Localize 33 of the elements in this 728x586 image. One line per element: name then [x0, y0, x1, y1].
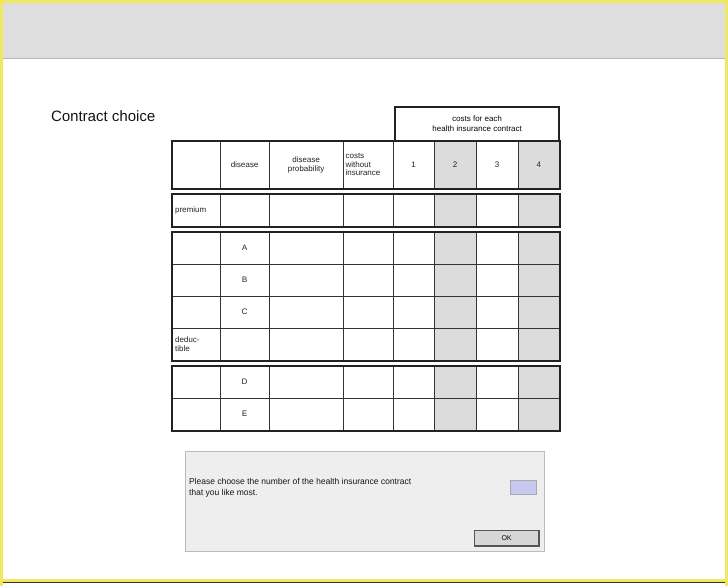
page-title: Contract choice — [51, 108, 156, 125]
disease-label: A — [220, 232, 269, 264]
column-group-header: costs for each health insurance contract — [394, 106, 560, 140]
table-cell — [172, 366, 220, 398]
table-cell — [172, 141, 220, 189]
row-label: premium — [172, 194, 220, 227]
table-cell — [343, 366, 393, 398]
column-header: costs without insurance — [343, 141, 393, 189]
input-field[interactable] — [510, 480, 537, 495]
table-cell — [343, 398, 393, 431]
row-label: deduc- tible — [172, 328, 220, 361]
table-cell: 3 — [476, 141, 518, 189]
table-cell: 4 — [518, 141, 560, 189]
table-cell — [343, 264, 393, 296]
table-cell — [343, 194, 393, 227]
column-header: disease — [220, 141, 269, 189]
table-cell — [172, 398, 220, 431]
table-cell — [172, 296, 220, 328]
column-header: disease probability — [269, 141, 343, 189]
disease-label: D — [220, 366, 269, 398]
dialog-prompt: Please choose the number of the health insurance contract that you like most. — [189, 476, 412, 498]
table-cell — [343, 328, 393, 361]
table-cell — [172, 232, 220, 264]
table-cell: 1 — [393, 141, 434, 189]
table-cell — [343, 296, 393, 328]
table-cell — [343, 232, 393, 264]
table-cell: 2 — [434, 141, 476, 189]
disease-label: B — [220, 264, 269, 296]
table-cell — [220, 194, 269, 227]
disease-label: C — [220, 296, 269, 328]
disease-label: E — [220, 398, 269, 431]
table-cell — [220, 328, 269, 361]
table-cell — [172, 264, 220, 296]
